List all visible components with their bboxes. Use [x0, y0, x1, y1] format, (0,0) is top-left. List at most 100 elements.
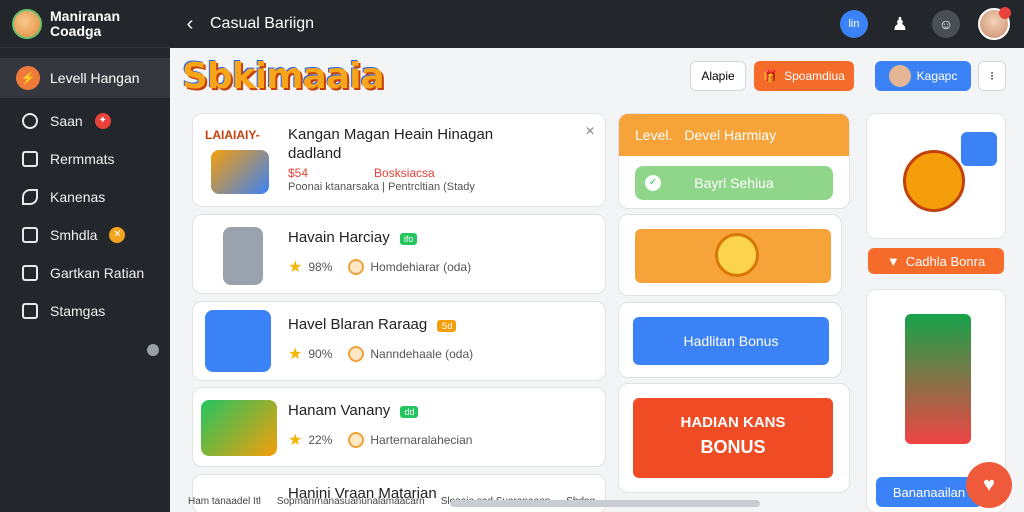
star-icon: ★	[288, 432, 303, 449]
item-thumbnail	[223, 227, 263, 285]
promo-line2: BONUS	[700, 437, 766, 457]
gift-icon	[22, 227, 38, 243]
game-logo: Sbkimaaia	[182, 56, 385, 97]
sidebar-item-stamgas[interactable]: Stamgas	[0, 292, 170, 330]
level-card: Level. Devel Harmiay ✓ Bayrl Sehiua	[618, 113, 850, 209]
horizontal-scrollbar[interactable]	[450, 500, 760, 507]
main-content: Sbkimaaia Alapie 🎁 Spoamdiua Kagapc ⁝ LA…	[170, 48, 1024, 512]
bonus-button[interactable]: Hadlitan Bonus	[633, 317, 829, 365]
notification-badge: ✦	[94, 113, 111, 129]
claim-bonus-button[interactable]: ▼ Cadhla Bonra	[868, 248, 1004, 274]
footer-text: Sopmanrnanasuanunalamaacarn	[276, 496, 425, 507]
collapse-toggle-icon[interactable]	[147, 344, 159, 356]
star-icon: ★	[288, 259, 303, 276]
coin-icon	[348, 259, 365, 275]
item-rating: 98%	[308, 260, 333, 274]
chat-icon[interactable]: ☺	[932, 10, 960, 38]
close-icon[interactable]: ✕	[585, 124, 595, 138]
item-meta: ★ 22% Harternaralahecian	[288, 430, 472, 450]
list-item[interactable]: Hanam Vanany dd ★ 22% Harternaralahecian	[192, 387, 606, 467]
list-item[interactable]: Havain Harciay ifo ★ 98% Homdehiarar (od…	[192, 214, 606, 294]
bonus-card: Hadlitan Bonus	[618, 302, 842, 378]
list-item[interactable]: LAIAIAIY- Kangan Magan Heain Hinagan dad…	[192, 113, 606, 207]
check-icon: ✓	[645, 175, 661, 191]
gift-icon: 🎁	[763, 69, 779, 83]
green-action-button[interactable]: ✓ Bayrl Sehiua	[635, 166, 833, 200]
item-info: Homdehiarar (oda)	[370, 260, 472, 274]
level-label: Level.	[635, 127, 673, 143]
level-title: Devel Harmiay	[684, 127, 777, 143]
item-thumbnail	[205, 310, 271, 372]
pen-icon	[22, 189, 38, 205]
list-item[interactable]: Havel Blaran Raraag Sd ★ 90% Nanndehaale…	[192, 301, 606, 381]
apple-button[interactable]: Alapie	[690, 61, 746, 91]
reward-image-card[interactable]	[866, 113, 1006, 239]
sidebar-item-label: Smhdla	[50, 227, 98, 243]
promo-line1: HADIAN KANS	[680, 414, 786, 431]
profile-button[interactable]: Kagapc	[875, 61, 971, 91]
green-button-label: Bayrl Sehiua	[694, 175, 774, 191]
item-badge: dd	[400, 406, 419, 418]
top-bar: ‹ Casual Bariign lin ♟ ☺	[170, 0, 1024, 48]
star-icon: ★	[288, 346, 303, 363]
sidebar-item-smhdla[interactable]: Smhdla ✕	[0, 216, 170, 254]
item-info: Harternaralahecian	[370, 433, 473, 447]
brand-logo-icon	[12, 8, 42, 39]
sidebar-item-saan[interactable]: Saan ✦	[0, 102, 170, 140]
sidebar-item-level[interactable]: ⚡ Levell Hangan	[0, 58, 170, 98]
promo-banner: HADIAN KANS BONUS	[633, 398, 833, 478]
brand[interactable]: Maniranan Coadga	[0, 0, 170, 48]
phone-icon	[905, 314, 971, 444]
item-badge: Sd	[437, 320, 457, 332]
sidebar-item-label: Stamgas	[50, 303, 106, 319]
back-arrow-icon[interactable]: ‹	[170, 13, 210, 36]
item-meta: ★ 90% Nanndehaale (oda)	[288, 344, 473, 364]
sidebar-item-label: Gartkan Ratian	[50, 265, 145, 281]
item-description: Poonai ktanarsaka | Pentrcltian (Stady	[288, 181, 475, 193]
search-icon	[22, 113, 38, 129]
sidebar-item-label: Kanenas	[50, 189, 106, 205]
item-price-alt: Bosksiacsa	[374, 166, 435, 180]
claim-bonus-label: Cadhla Bonra	[905, 253, 986, 269]
item-title-row: Hanam Vanany dd	[288, 402, 419, 419]
sidebar-item-kanenas[interactable]: Kanenas	[0, 178, 170, 216]
reward-card[interactable]	[618, 214, 842, 296]
avatar[interactable]	[978, 7, 1011, 40]
sidebar-item-gartkan[interactable]: Gartkan Ratian	[0, 254, 170, 292]
special-button-label: Spoamdiua	[784, 69, 845, 83]
profile-avatar	[888, 65, 911, 87]
coin-icon	[348, 432, 365, 448]
language-pill[interactable]: lin	[840, 10, 868, 38]
home-icon	[22, 265, 38, 281]
page-title: Casual Bariign	[210, 15, 315, 32]
item-title-row: Havel Blaran Raraag Sd	[288, 316, 457, 333]
coin-icon	[715, 233, 759, 277]
item-thumbnail	[201, 400, 277, 456]
item-rating: 90%	[308, 347, 333, 361]
sidebar-item-rermmats[interactable]: Rermmats	[0, 140, 170, 178]
promo-card[interactable]: HADIAN KANS BONUS	[618, 383, 850, 493]
brand-title: Maniranan Coadga	[50, 8, 120, 39]
item-subtitle: dadland	[288, 145, 342, 162]
chat-fab-icon[interactable]: ♥	[966, 462, 1012, 508]
item-rating: 22%	[308, 433, 333, 447]
item-meta: ★ 98% Homdehiarar (oda)	[288, 257, 471, 277]
item-badge: ifo	[399, 233, 418, 245]
more-icon[interactable]: ⁝	[978, 61, 1006, 91]
item-title: Hanam Vanany	[288, 402, 391, 419]
wallet-icon	[961, 132, 997, 166]
item-prices: $54 Bosksiacsa	[288, 166, 435, 180]
level-header: Level. Devel Harmiay	[619, 114, 849, 156]
cone-icon: ▼	[886, 253, 900, 269]
item-title: Havain Harciay	[288, 229, 390, 246]
item-thumbnail	[211, 150, 269, 194]
avatar-notification-dot	[999, 7, 1011, 19]
user-icon[interactable]: ♟	[886, 10, 914, 38]
item-title: Kangan Magan Heain Hinagan	[288, 126, 494, 143]
item-tag: LAIAIAIY-	[205, 128, 260, 142]
brand-line2: Coadga	[50, 22, 102, 39]
list-icon	[22, 151, 38, 167]
item-price: $54	[288, 166, 309, 180]
footer-text: Ham tanaadel Itl	[188, 496, 261, 507]
special-button[interactable]: 🎁 Spoamdiua	[754, 61, 854, 91]
